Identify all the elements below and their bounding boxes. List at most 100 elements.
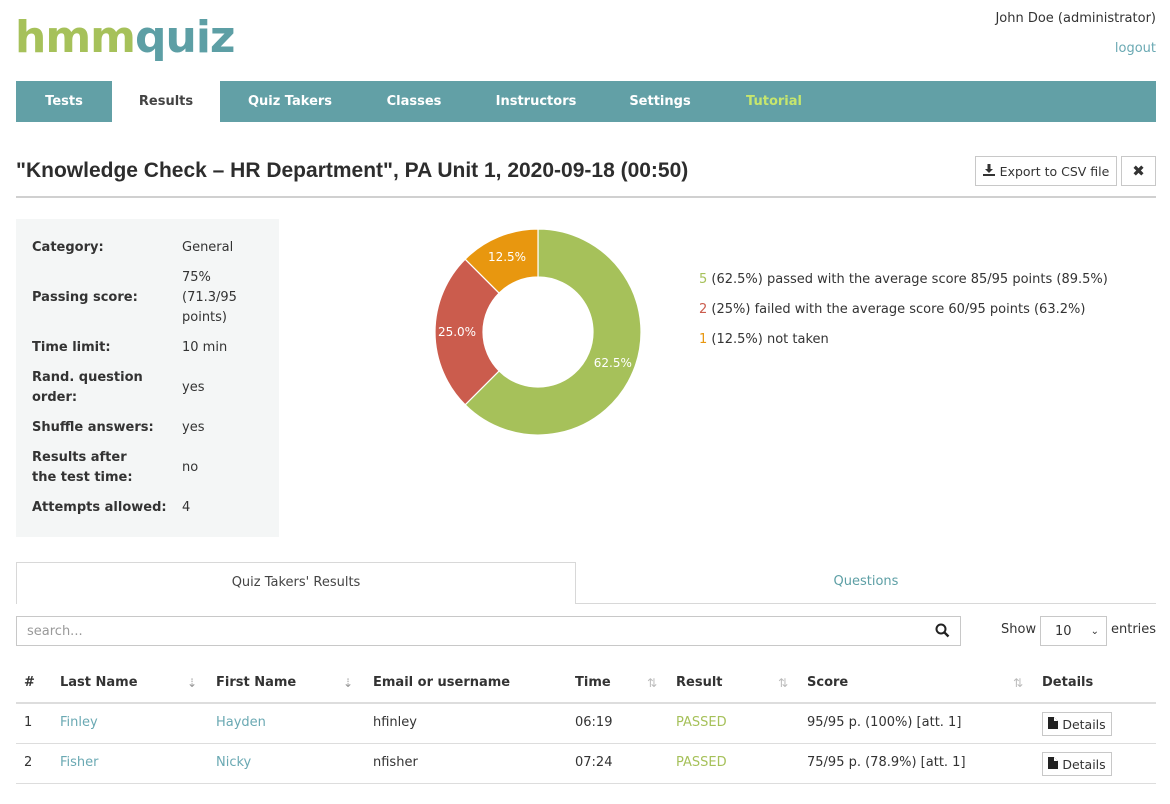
logout-link[interactable]: logout (1115, 41, 1156, 56)
legend-text: (62.5%) passed with the average score 85… (707, 272, 1108, 287)
info-label: Results after the test time: (32, 450, 133, 485)
info-row-time-limit: Time limit: 10 min (32, 334, 263, 362)
table-header: # Last Name ⇣ First Name ⇣ Email or user… (16, 664, 1156, 704)
sort-both-icon[interactable]: ⇅ (778, 676, 788, 690)
download-icon (982, 163, 995, 179)
cell-first-name[interactable]: Nicky (216, 755, 251, 770)
main-nav: Tests Results Quiz Takers Classes Instru… (16, 81, 1156, 122)
cell-score: 95/95 p. (100%) [att. 1] (807, 715, 962, 730)
table-row: 1 Finley Hayden hfinley 06:19 PASSED 95/… (16, 704, 1156, 744)
title-divider (16, 196, 1156, 198)
search-icon[interactable] (935, 623, 950, 642)
sort-both-icon[interactable]: ⇅ (647, 676, 657, 690)
search-box (16, 616, 961, 646)
results-tabs: Quiz Takers' Results Questions (16, 562, 1156, 604)
info-label: Rand. question order: (32, 370, 143, 405)
info-label: Passing score: (32, 290, 138, 305)
results-table: # Last Name ⇣ First Name ⇣ Email or user… (16, 664, 1156, 784)
legend-failed: 2 (25%) failed with the average score 60… (699, 300, 1108, 330)
info-value: no (182, 460, 199, 475)
nav-tests[interactable]: Tests (16, 81, 112, 122)
export-csv-label: Export to CSV file (999, 163, 1110, 179)
table-row: 2 Fisher Nicky nfisher 07:24 PASSED 75/9… (16, 744, 1156, 784)
logo-part-quiz: quiz (135, 12, 236, 63)
details-label: Details (1062, 756, 1106, 772)
hmmquiz-logo[interactable]: hmmquiz (15, 12, 236, 64)
test-info-panel: Category: General Passing score: 75% (71… (16, 219, 279, 537)
col-time[interactable]: Time (575, 675, 611, 690)
info-label: Category: (32, 240, 104, 255)
info-row-category: Category: General (32, 234, 263, 262)
file-icon (1048, 716, 1059, 732)
info-value: 4 (182, 500, 191, 515)
legend-not-taken: 1 (12.5%) not taken (699, 330, 1108, 360)
donut-label-failed: 25.0% (438, 325, 476, 339)
cell-first-name[interactable]: Hayden (216, 715, 266, 730)
info-value: General (182, 240, 234, 255)
nav-settings[interactable]: Settings (604, 81, 716, 122)
close-button[interactable]: ✖ (1121, 156, 1156, 186)
entries-label: entries (1111, 622, 1157, 637)
info-value: yes (182, 420, 205, 435)
search-input[interactable] (17, 617, 917, 645)
nav-results[interactable]: Results (112, 81, 220, 122)
col-result[interactable]: Result (676, 675, 723, 690)
cell-email: nfisher (373, 755, 418, 770)
legend-passed: 5 (62.5%) passed with the average score … (699, 270, 1108, 300)
nav-tutorial[interactable]: Tutorial (716, 81, 832, 122)
col-last-name[interactable]: Last Name (60, 675, 138, 690)
info-row-results-after: Results after the test time: no (32, 442, 263, 494)
col-number: # (24, 675, 35, 690)
details-label: Details (1062, 716, 1106, 732)
cell-result: PASSED (676, 755, 727, 770)
donut-label-not-taken: 12.5% (488, 250, 526, 264)
info-row-shuffle: Shuffle answers: yes (32, 414, 263, 442)
col-email: Email or username (373, 675, 511, 690)
info-value: yes (182, 380, 205, 395)
info-row-attempts: Attempts allowed: 4 (32, 494, 263, 522)
cell-time: 07:24 (575, 755, 613, 770)
info-label: Shuffle answers: (32, 420, 154, 435)
page-title: "Knowledge Check – HR Department", PA Un… (16, 159, 689, 182)
cell-last-name[interactable]: Finley (60, 715, 98, 730)
results-legend: 5 (62.5%) passed with the average score … (699, 270, 1108, 360)
cell-number: 1 (24, 715, 33, 730)
sort-asc-icon[interactable]: ⇣ (343, 676, 353, 690)
cell-last-name[interactable]: Fisher (60, 755, 99, 770)
details-button[interactable]: Details (1042, 752, 1112, 776)
legend-text: (25%) failed with the average score 60/9… (707, 302, 1086, 317)
info-row-rand-order: Rand. question order: yes (32, 362, 263, 414)
tab-questions[interactable]: Questions (576, 562, 1156, 604)
info-value: 75% (71.3/95 points) (182, 270, 237, 325)
current-user: John Doe (administrator) (995, 11, 1156, 26)
close-icon: ✖ (1132, 162, 1145, 180)
cell-number: 2 (24, 755, 33, 770)
nav-quiz-takers[interactable]: Quiz Takers (220, 81, 360, 122)
export-csv-button[interactable]: Export to CSV file (975, 156, 1117, 186)
cell-score: 75/95 p. (78.9%) [att. 1] (807, 755, 966, 770)
nav-instructors[interactable]: Instructors (468, 81, 604, 122)
info-row-passing-score: Passing score: 75% (71.3/95 points) (32, 262, 263, 334)
info-label: Attempts allowed: (32, 500, 167, 515)
page-size-select[interactable]: 10 ⌄ (1040, 616, 1107, 646)
logo-part-hmm: hmm (15, 12, 136, 63)
cell-email: hfinley (373, 715, 417, 730)
page-size-value: 10 (1055, 624, 1072, 639)
cell-result: PASSED (676, 715, 727, 730)
info-label: Time limit: (32, 340, 111, 355)
col-first-name[interactable]: First Name (216, 675, 296, 690)
show-label: Show (1001, 622, 1037, 637)
sort-both-icon[interactable]: ⇅ (1013, 676, 1023, 690)
tab-quiz-takers-results[interactable]: Quiz Takers' Results (16, 562, 576, 604)
donut-label-passed: 62.5% (594, 356, 632, 370)
nav-classes[interactable]: Classes (360, 81, 468, 122)
cell-time: 06:19 (575, 715, 613, 730)
chevron-down-icon: ⌄ (1090, 626, 1099, 637)
sort-asc-icon[interactable]: ⇣ (187, 676, 197, 690)
info-value: 10 min (182, 340, 228, 355)
results-donut-chart: 62.5% 25.0% 12.5% (434, 228, 642, 436)
file-icon (1048, 756, 1059, 772)
details-button[interactable]: Details (1042, 712, 1112, 736)
col-score[interactable]: Score (807, 675, 848, 690)
legend-text: (12.5%) not taken (707, 332, 829, 347)
